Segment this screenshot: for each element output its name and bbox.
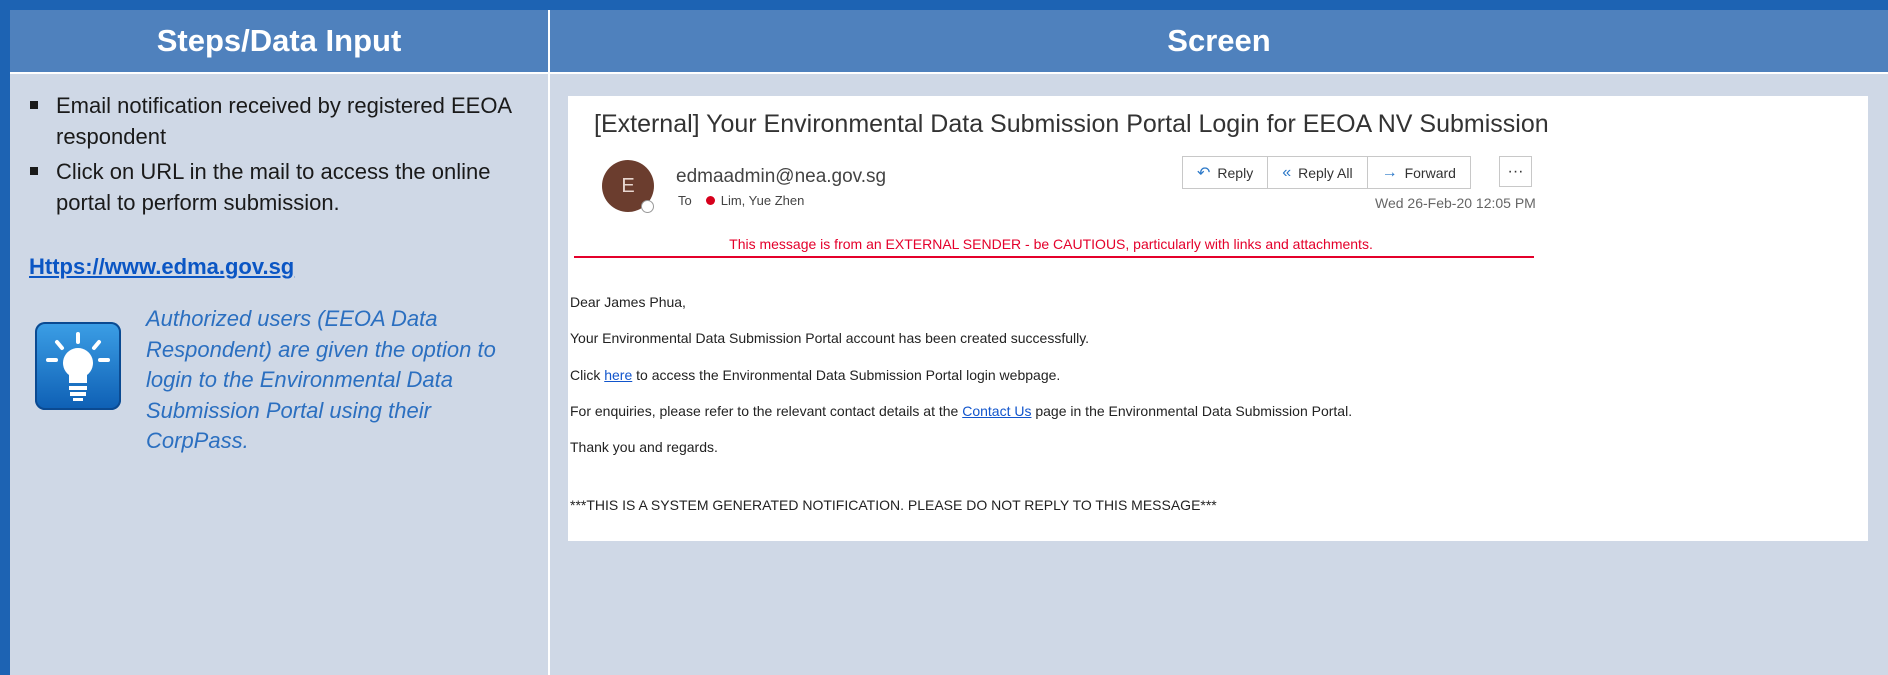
- slide-frame: Steps/Data Input Screen Email notificati…: [0, 0, 1888, 675]
- body-text: page in the Environmental Data Submissio…: [1031, 403, 1353, 419]
- screen-column: [External] Your Environmental Data Submi…: [550, 74, 1888, 675]
- steps-list: Email notification received by registere…: [30, 90, 550, 222]
- presence-busy-icon: [705, 196, 715, 205]
- sender-address: edmaadmin@nea.gov.sg: [676, 166, 887, 187]
- bullet-square-icon: [30, 167, 38, 175]
- closing: Thank you and regards.: [570, 439, 718, 455]
- forward-label: Forward: [1404, 164, 1456, 181]
- external-sender-warning: This message is from an EXTERNAL SENDER …: [729, 236, 1373, 252]
- email-subject: [External] Your Environmental Data Submi…: [594, 110, 1549, 138]
- step-item: Click on URL in the mail to access the o…: [30, 156, 550, 218]
- body-text: to access the Environmental Data Submiss…: [632, 367, 1061, 383]
- content-table: Steps/Data Input Screen Email notificati…: [10, 10, 1888, 675]
- reply-all-label: Reply All: [1298, 164, 1353, 181]
- contact-us-link[interactable]: Contact Us: [962, 403, 1031, 419]
- bullet-square-icon: [30, 101, 38, 109]
- header-steps: Steps/Data Input: [10, 10, 548, 72]
- to-label: To: [678, 193, 692, 208]
- step-text: Click on URL in the mail to access the o…: [56, 159, 491, 215]
- recipient-name[interactable]: Lim, Yue Zhen: [721, 193, 805, 208]
- here-link[interactable]: here: [604, 367, 632, 383]
- email-date: Wed 26-Feb-20 12:05 PM: [1375, 195, 1536, 211]
- body-line-2: Click here to access the Environmental D…: [570, 367, 1060, 383]
- email-message: [External] Your Environmental Data Submi…: [568, 96, 1868, 541]
- reply-icon: ↶: [1197, 164, 1211, 182]
- more-actions-button[interactable]: ···: [1499, 156, 1532, 187]
- forward-button[interactable]: → Forward: [1368, 157, 1470, 188]
- step-text: Email notification received by registere…: [56, 93, 511, 149]
- body-line-3: For enquiries, please refer to the relev…: [570, 403, 1352, 419]
- header-screen: Screen: [550, 10, 1888, 72]
- presence-status-icon: [641, 200, 654, 213]
- body-line-1: Your Environmental Data Submission Porta…: [570, 330, 1090, 346]
- email-actions: ↶ Reply « Reply All → Forward: [1182, 156, 1471, 189]
- tip-text: Authorized users (EEOA Data Respondent) …: [146, 306, 496, 453]
- step-item: Email notification received by registere…: [30, 90, 550, 152]
- reply-all-button[interactable]: « Reply All: [1268, 157, 1368, 188]
- portal-link[interactable]: Https://www.edma.gov.sg: [29, 254, 294, 280]
- steps-column: Email notification received by registere…: [10, 74, 548, 675]
- system-notice: ***THIS IS A SYSTEM GENERATED NOTIFICATI…: [570, 497, 1217, 513]
- body-text: Click: [570, 367, 605, 383]
- reply-all-icon: «: [1282, 163, 1292, 181]
- reply-label: Reply: [1217, 164, 1254, 181]
- warning-divider: [574, 256, 1534, 258]
- lightbulb-icon: [35, 322, 121, 410]
- greeting: Dear James Phua,: [570, 294, 686, 310]
- body-text: For enquiries, please refer to the relev…: [570, 403, 963, 419]
- recipient-line: To Lim, Yue Zhen: [678, 193, 804, 208]
- forward-icon: →: [1381, 163, 1398, 181]
- reply-button[interactable]: ↶ Reply: [1183, 157, 1269, 188]
